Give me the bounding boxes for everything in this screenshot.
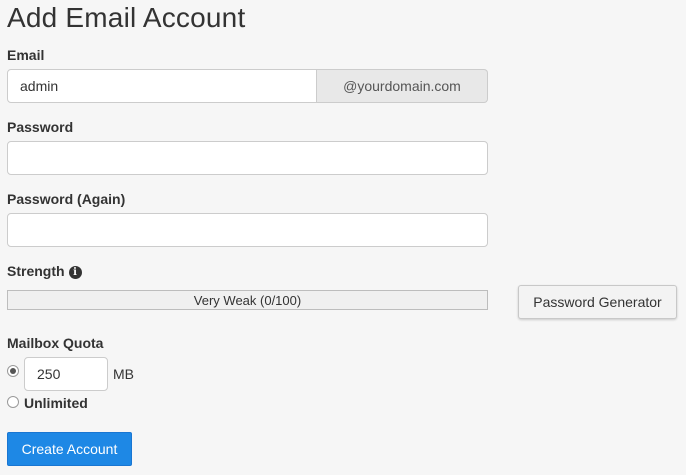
password-generator-button[interactable]: Password Generator [518,285,677,319]
quota-unlimited-radio[interactable] [7,396,19,408]
quota-limited-radio[interactable] [7,365,19,377]
mailbox-quota-label: Mailbox Quota [7,335,104,351]
password-input[interactable] [7,141,488,175]
strength-label-row: Strength i [7,263,82,279]
quota-unlimited-label[interactable]: Unlimited [24,395,88,411]
password-again-input[interactable] [7,213,488,247]
quota-input[interactable] [24,357,108,391]
page-title: Add Email Account [7,2,246,33]
create-account-button[interactable]: Create Account [7,432,132,466]
password-strength-meter: Very Weak (0/100) [7,290,488,310]
strength-text: Very Weak (0/100) [193,292,302,308]
email-input-group: @yourdomain.com [7,69,488,103]
email-domain-addon: @yourdomain.com [317,69,488,103]
add-email-account-page: Add Email Account Email @yourdomain.com … [0,0,686,475]
strength-label: Strength [7,263,65,279]
password-again-label: Password (Again) [7,191,126,207]
info-circle-icon[interactable]: i [68,266,82,279]
email-label: Email [7,47,45,63]
password-label: Password [7,119,74,135]
email-username-input[interactable] [7,69,317,103]
quota-unit: MB [113,366,134,382]
